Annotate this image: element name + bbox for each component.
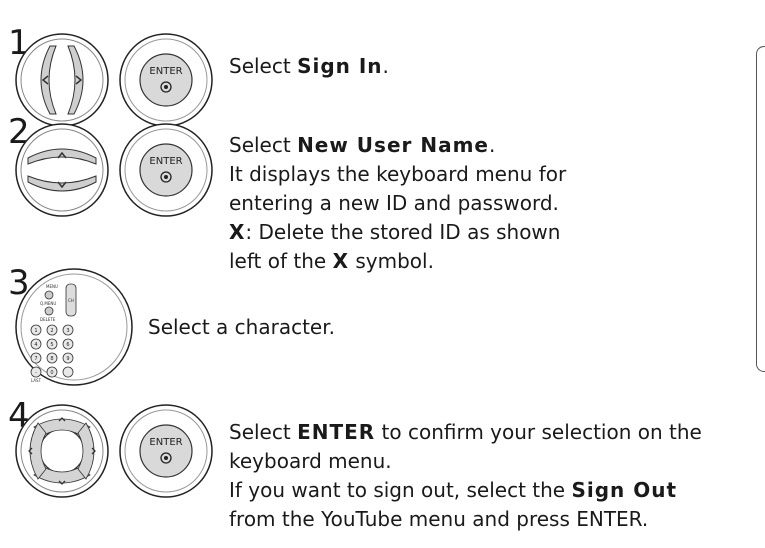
bold-term: New User Name	[297, 133, 489, 157]
step-4-line-2: keyboard menu.	[229, 447, 392, 476]
text-segment: If you want to sign out, select the	[229, 478, 572, 502]
enter-button-icon: ENTER	[119, 33, 213, 127]
svg-text:9: 9	[66, 356, 69, 362]
step-2-line-1: Select New User Name.	[229, 131, 495, 160]
channel-label: CH	[68, 298, 74, 303]
svg-text:8: 8	[50, 356, 53, 362]
step-3-line-1: Select a character.	[148, 313, 335, 342]
text-segment: left of the	[229, 249, 333, 273]
text-segment: Select	[229, 420, 298, 444]
svg-text:1: 1	[34, 328, 37, 334]
enter-button-icon: ENTER	[119, 123, 213, 217]
bold-term: ENTER	[297, 420, 376, 444]
enter-label: ENTER	[149, 437, 182, 448]
text-segment: .	[382, 54, 389, 78]
step-2-line-4: X: Delete the stored ID as shown	[229, 218, 560, 247]
number-keypad-icon: MENU Q.MENU DELETE CH 1 2 3 4 5 6 7 8 9 - 0 LAS…	[15, 268, 133, 386]
svg-text:7: 7	[34, 356, 37, 362]
text-segment: keyboard menu.	[229, 449, 392, 473]
delete-label: DELETE	[40, 317, 56, 322]
text-segment: Select	[229, 54, 298, 78]
four-way-nav-icon	[15, 404, 109, 498]
text-segment: Select a character.	[148, 315, 335, 339]
bold-term: X	[229, 220, 246, 244]
text-segment: : Delete the stored ID as shown	[245, 220, 561, 244]
step-4-line-3: If you want to sign out, select the Sign…	[229, 476, 677, 505]
text-segment: entering a new ID and password.	[229, 191, 559, 215]
menu-label: MENU	[46, 284, 58, 289]
text-segment: from the YouTube menu and press ENTER.	[229, 507, 649, 531]
svg-text:2: 2	[50, 328, 53, 334]
svg-text:5: 5	[50, 342, 53, 348]
side-bracket	[756, 46, 765, 372]
last-label: LAST	[31, 378, 42, 383]
up-down-nav-icon	[15, 123, 109, 217]
bold-term: Sign In	[297, 54, 383, 78]
step-4-line-4: from the YouTube menu and press ENTER.	[229, 505, 648, 534]
svg-text:0: 0	[50, 370, 53, 376]
step-2-line-2: It displays the keyboard menu for	[229, 160, 566, 189]
text-segment: symbol.	[349, 249, 434, 273]
bold-term: Sign Out	[571, 478, 678, 502]
step-2-line-3: entering a new ID and password.	[229, 189, 559, 218]
text-segment: .	[488, 133, 496, 157]
svg-text:4: 4	[34, 342, 37, 348]
enter-label: ENTER	[149, 66, 182, 77]
step-1-line-1: Select Sign In.	[229, 52, 389, 81]
step-2-line-5: left of the X symbol.	[229, 247, 434, 276]
svg-text:3: 3	[66, 328, 69, 334]
svg-text:6: 6	[66, 342, 69, 348]
svg-text:Q.MENU: Q.MENU	[40, 301, 56, 306]
enter-button-icon: ENTER	[119, 404, 213, 498]
step-4-line-1: Select ENTER to confirm your selection o…	[229, 418, 702, 447]
enter-label: ENTER	[149, 156, 182, 167]
text-segment: to confirm your selection on the	[375, 420, 702, 444]
bold-term: X	[332, 249, 349, 273]
svg-text:-: -	[35, 370, 37, 376]
text-segment: It displays the keyboard menu for	[229, 162, 567, 186]
text-segment: Select	[229, 133, 298, 157]
